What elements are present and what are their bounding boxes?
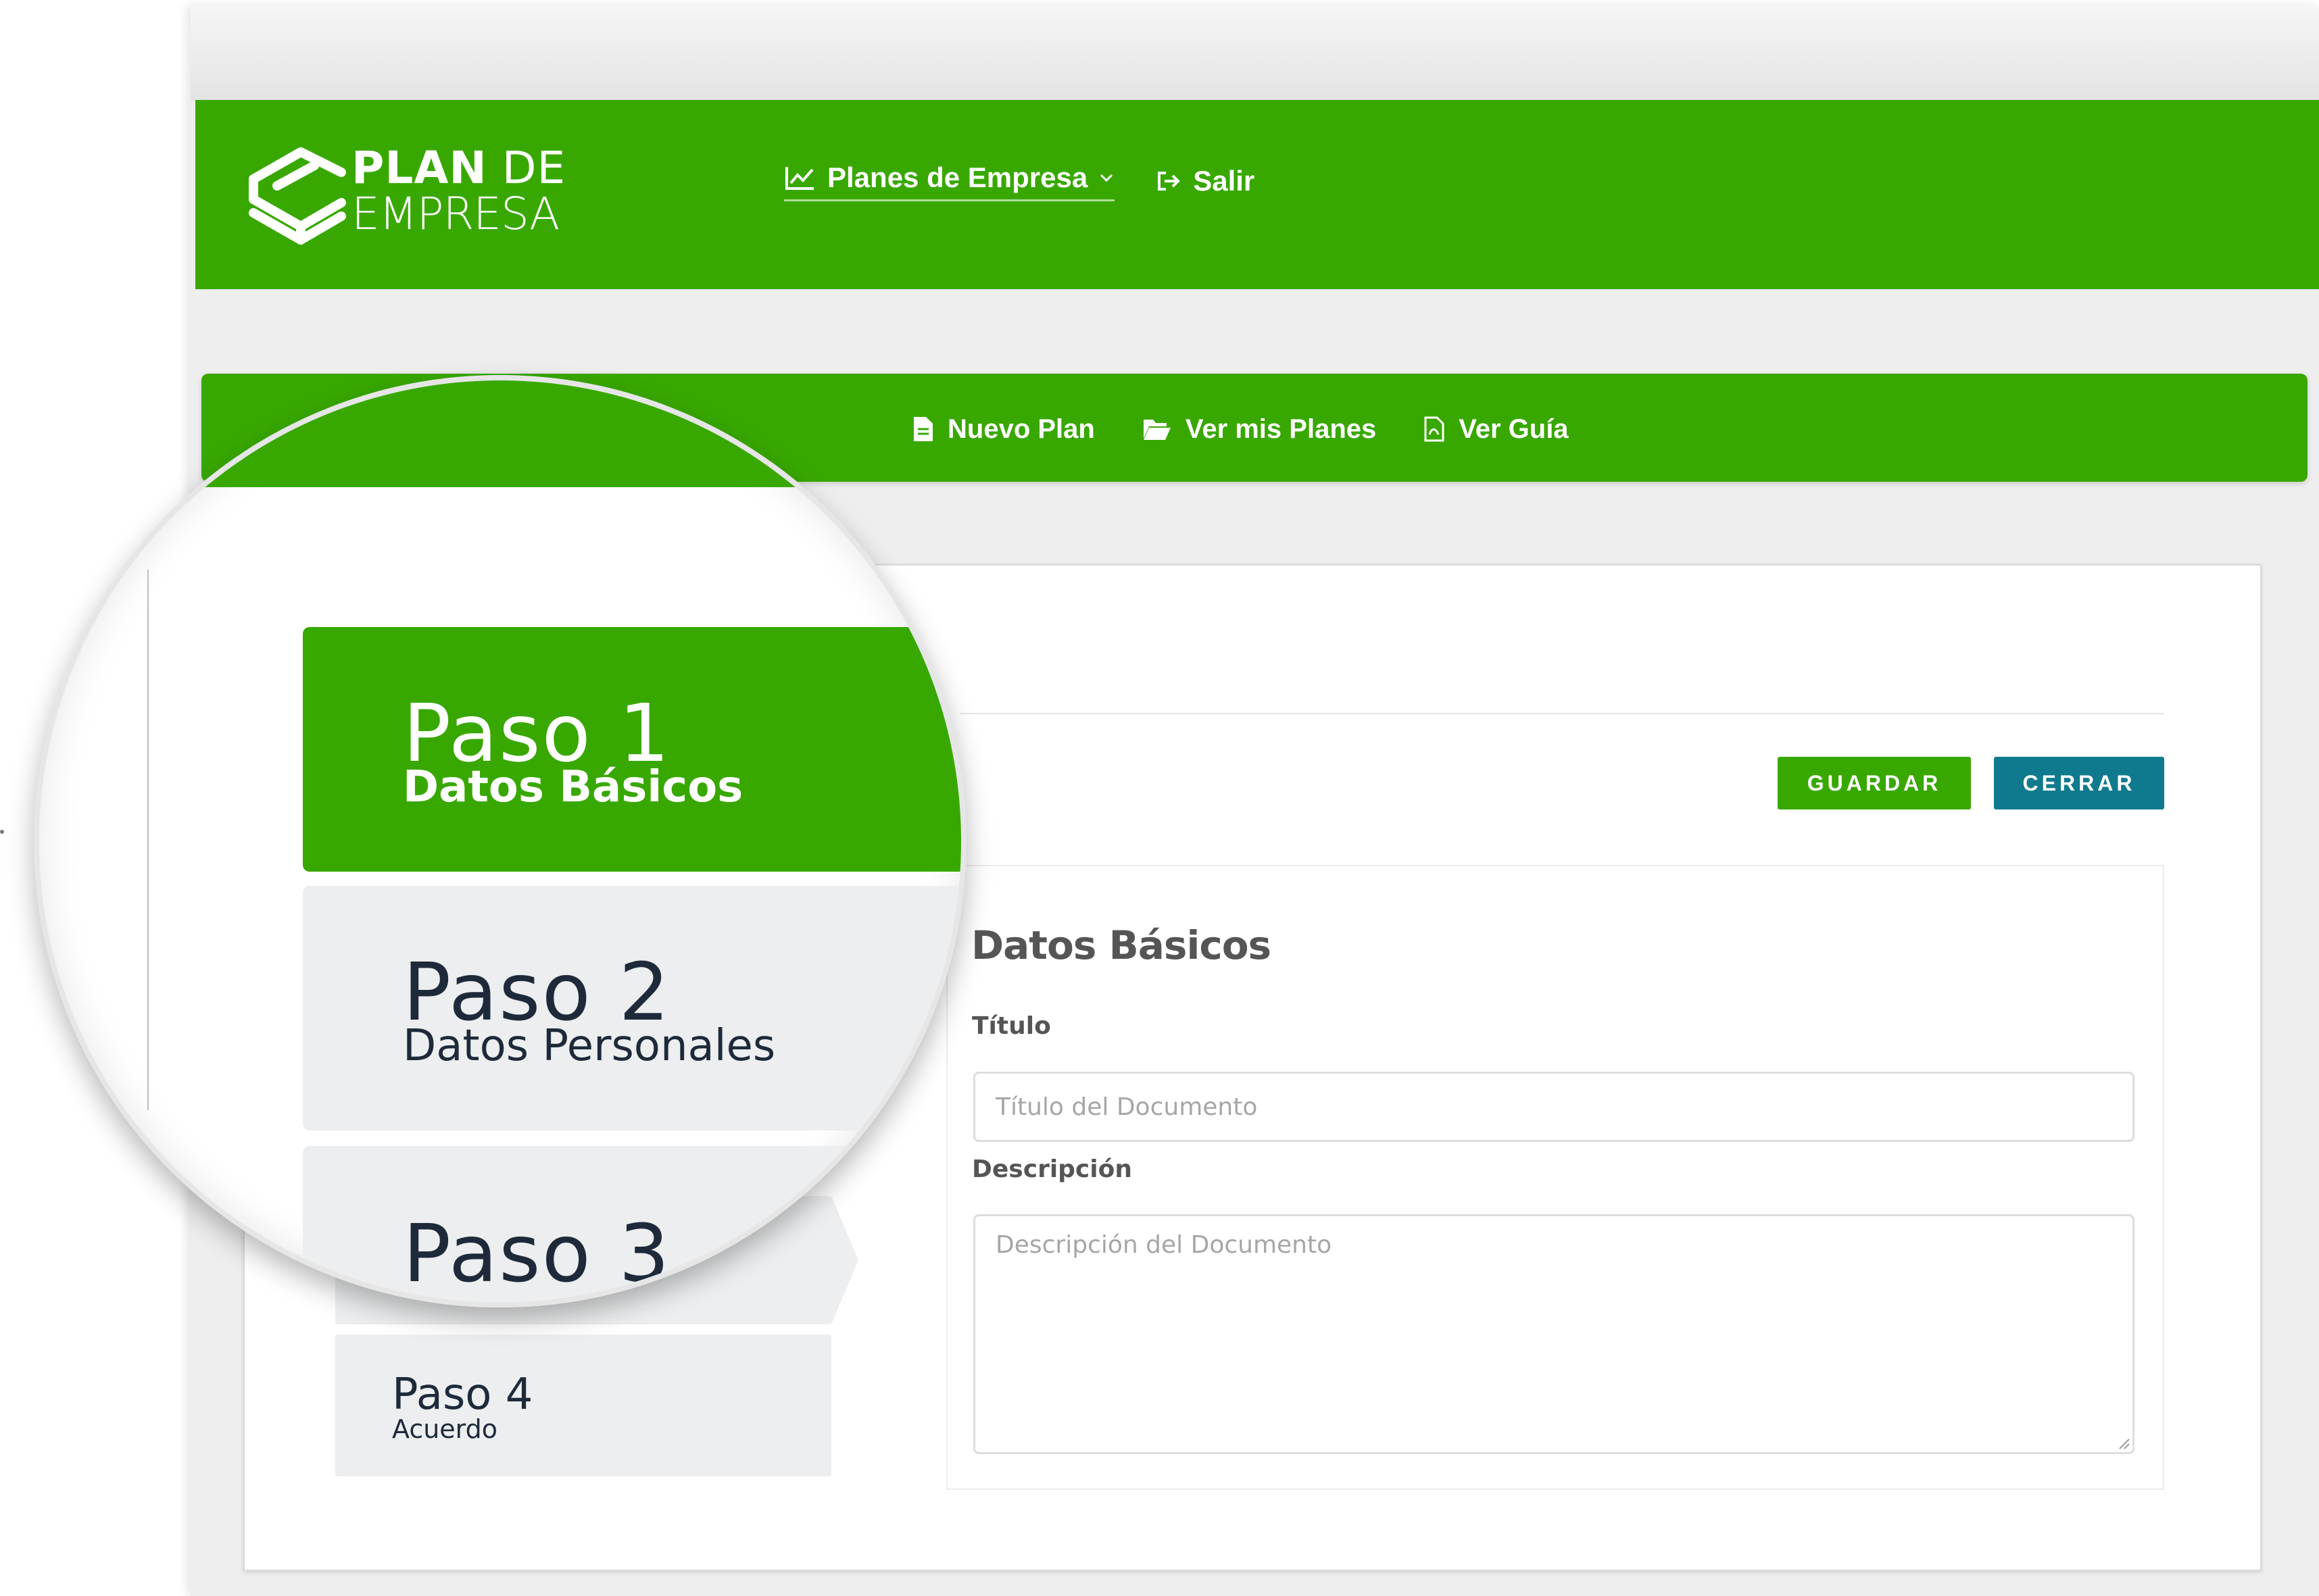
step-3-tab[interactable]: Paso 3 [303,1146,961,1302]
file-pdf-icon [1424,416,1444,442]
line-chart-icon [785,166,814,190]
logo-plan: PLAN [351,142,487,194]
step-2-tab[interactable]: Paso 2 Datos Personales [303,886,961,1130]
descripcion-label: Descripción [972,1155,1132,1183]
step-2-label: Datos Personales [403,1021,776,1071]
stray-dot [0,830,4,834]
cerrar-button[interactable]: CERRAR [1994,757,2164,809]
step-1-tab[interactable]: Paso 1 Datos Básicos [303,627,961,872]
descripcion-textarea[interactable] [973,1214,2134,1454]
lens-subnav-fragment [201,380,961,487]
app-screenshot: PLAN DE EMPRESA Planes de Empresa Salir [0,0,2319,1596]
step-4-tab[interactable]: Paso 4 Acuerdo [335,1335,831,1476]
step-4-label: Acuerdo [392,1414,498,1444]
step-4-number: Paso 4 [392,1370,533,1420]
titulo-input[interactable] [973,1072,2134,1142]
nav-planes-label: Planes de Empresa [827,161,1088,193]
subnav-nuevo-plan-label: Nuevo Plan [948,414,1095,444]
top-nav: Planes de Empresa Salir [784,154,1254,208]
sub-nav-items: Nuevo Plan Ver mis Planes Ver Guía [912,402,1569,456]
subnav-ver-guia[interactable]: Ver Guía [1423,414,1569,445]
subnav-ver-guia-label: Ver Guía [1459,414,1569,444]
step-3-number: Paso 3 [403,1207,671,1300]
guardar-button[interactable]: GUARDAR [1778,757,1971,809]
nav-salir[interactable]: Salir [1155,165,1254,197]
nav-salir-label: Salir [1193,165,1255,197]
chevron-down-icon [1100,174,1113,182]
card-divider [960,713,2164,714]
lens-content: Paso 1 Datos Básicos Paso 2 Datos Person… [39,380,961,1302]
magnifier-lens: Paso 1 Datos Básicos Paso 2 Datos Person… [34,375,967,1307]
logo-empresa: EMPRESA [351,188,560,240]
resize-grip-icon[interactable] [2114,1434,2130,1450]
subnav-ver-mis-planes[interactable]: Ver mis Planes [1142,414,1376,445]
step-1-label: Datos Básicos [403,762,743,812]
titulo-label: Título [972,1012,1051,1040]
folder-open-icon [1143,420,1171,440]
nav-planes-de-empresa[interactable]: Planes de Empresa [784,161,1115,201]
browser-top-bar [191,5,2319,100]
subnav-ver-mis-planes-label: Ver mis Planes [1185,414,1377,444]
sign-out-icon [1158,172,1181,191]
lens-card-edge [147,570,149,1110]
logo-wordmark[interactable]: PLAN DE EMPRESA [351,145,566,237]
logo-de: DE [487,142,566,194]
form-title: Datos Básicos [971,922,1271,968]
